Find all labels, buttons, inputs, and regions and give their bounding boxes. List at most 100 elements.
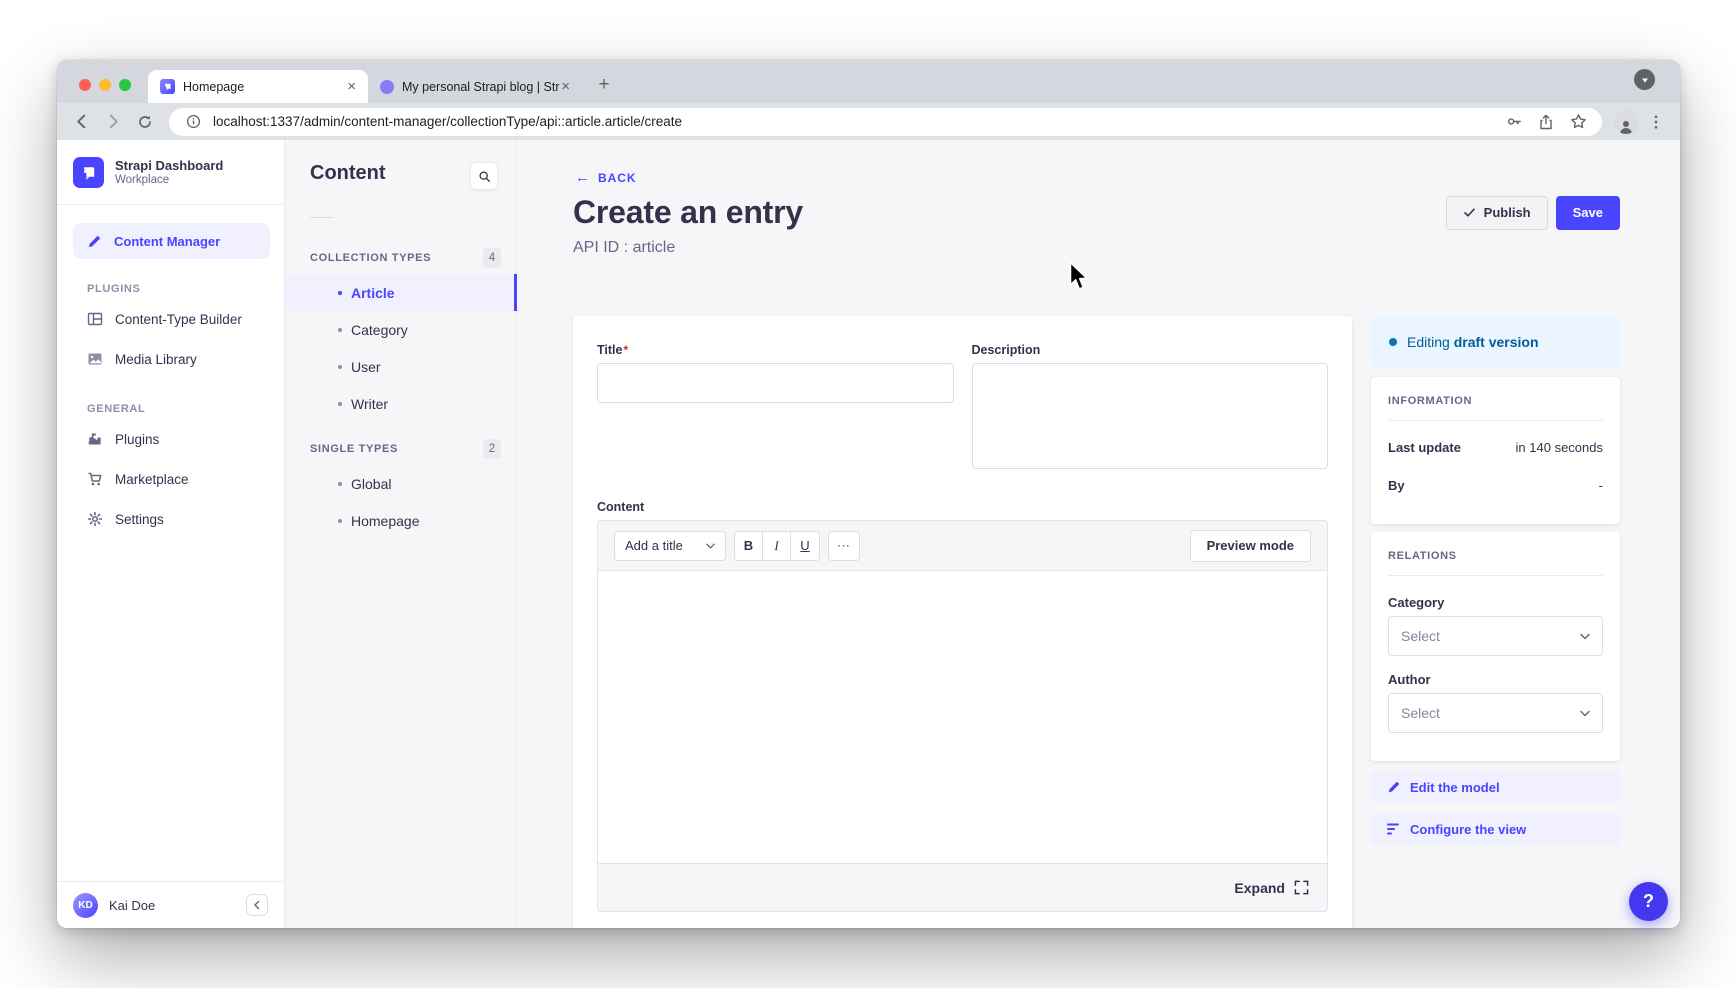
url-bar[interactable]: localhost:1337/admin/content-manager/col… — [169, 108, 1602, 136]
draft-status-banner: Editing draft version — [1371, 316, 1620, 368]
sidebar-item-label: Content-Type Builder — [115, 312, 242, 327]
new-tab-button[interactable]: + — [590, 71, 618, 99]
group-label: COLLECTION TYPES — [310, 252, 431, 264]
reload-icon[interactable] — [131, 108, 159, 136]
description-label: Description — [972, 343, 1329, 357]
user-avatar[interactable]: KD — [73, 893, 98, 918]
by-row: By - — [1388, 478, 1603, 493]
sidebar-item-content-manager[interactable]: Content Manager — [73, 223, 270, 259]
strapi-admin-app: Strapi Dashboard Workplace Content Manag… — [57, 140, 1680, 928]
workspace-header[interactable]: Strapi Dashboard Workplace — [57, 140, 284, 205]
share-icon[interactable] — [1534, 110, 1558, 134]
save-button[interactable]: Save — [1556, 196, 1620, 230]
count-badge: 4 — [483, 248, 501, 268]
sidebar-item-content-type-builder[interactable]: Content-Type Builder — [73, 299, 270, 339]
chevron-down-icon — [1580, 710, 1590, 717]
relations-card: RELATIONS Category Select Author Select — [1371, 532, 1620, 761]
editor-text-area[interactable] — [598, 571, 1327, 863]
subnav-item-article[interactable]: Article — [285, 274, 516, 311]
title-input[interactable] — [597, 363, 954, 403]
bookmark-star-icon[interactable] — [1566, 110, 1590, 134]
description-textarea[interactable] — [972, 363, 1329, 469]
description-field-group: Description — [972, 343, 1329, 474]
subnav-item-category[interactable]: Category — [285, 311, 516, 348]
italic-button[interactable]: I — [763, 532, 791, 560]
window-close-button[interactable] — [79, 79, 91, 91]
app-title: Strapi Dashboard — [115, 158, 223, 174]
more-formats-button[interactable]: ⋯ — [828, 531, 860, 561]
strapi-favicon-icon — [160, 79, 175, 94]
tab-homepage[interactable]: Homepage × — [148, 70, 368, 103]
add-title-dropdown[interactable]: Add a title — [614, 531, 726, 561]
sidebar-item-label: Plugins — [115, 432, 159, 447]
gear-icon — [87, 511, 103, 527]
last-update-value: in 140 seconds — [1516, 440, 1603, 455]
pencil-icon — [1387, 780, 1401, 794]
subnav-item-homepage[interactable]: Homepage — [285, 502, 516, 539]
search-button[interactable] — [470, 162, 498, 190]
subnav-item-writer[interactable]: Writer — [285, 385, 516, 422]
browser-profile-avatar[interactable] — [1614, 110, 1638, 134]
publish-button[interactable]: Publish — [1446, 196, 1548, 230]
subnav-item-global[interactable]: Global — [285, 465, 516, 502]
editor-footer: Expand — [598, 863, 1327, 911]
sidebar-item-media-library[interactable]: Media Library — [73, 339, 270, 379]
window-minimize-button[interactable] — [99, 79, 111, 91]
tab-blog[interactable]: My personal Strapi blog | Strap × — [368, 70, 582, 103]
search-icon — [478, 170, 491, 183]
cart-icon — [87, 471, 103, 487]
expand-icon[interactable] — [1294, 880, 1309, 895]
title-field-group: Title* — [597, 343, 954, 474]
bullet-icon — [338, 328, 342, 332]
sidebar-item-plugins[interactable]: Plugins — [73, 419, 270, 459]
tab-close-icon[interactable]: × — [559, 79, 572, 94]
author-select[interactable]: Select — [1388, 693, 1603, 733]
tab-close-icon[interactable]: × — [345, 79, 358, 94]
browser-menu-icon[interactable] — [1642, 108, 1670, 136]
password-key-icon[interactable] — [1502, 110, 1526, 134]
page-title: Create an entry — [573, 194, 803, 231]
bullet-icon — [338, 365, 342, 369]
title-label: Title* — [597, 343, 954, 357]
edit-model-button[interactable]: Edit the model — [1371, 771, 1620, 803]
back-link[interactable]: ← BACK — [575, 170, 1620, 185]
layout-icon — [87, 311, 103, 327]
sidebar-item-marketplace[interactable]: Marketplace — [73, 459, 270, 499]
sidebar-item-label: Marketplace — [115, 472, 189, 487]
chevron-down-icon — [1580, 633, 1590, 640]
single-types-header: SINGLE TYPES 2 — [285, 439, 516, 465]
browser-downloads-icon[interactable] — [1634, 69, 1655, 90]
bullet-icon — [338, 291, 342, 295]
window-zoom-button[interactable] — [119, 79, 131, 91]
back-label: BACK — [598, 171, 637, 185]
preview-mode-button[interactable]: Preview mode — [1190, 530, 1311, 562]
status-emphasis: draft version — [1454, 334, 1539, 350]
main-sidebar: Strapi Dashboard Workplace Content Manag… — [57, 140, 285, 928]
help-label: ? — [1643, 891, 1654, 912]
information-card: INFORMATION Last update in 140 seconds B… — [1371, 377, 1620, 524]
configure-view-button[interactable]: Configure the view — [1371, 813, 1620, 845]
bullet-icon — [338, 402, 342, 406]
author-label: Author — [1388, 672, 1603, 687]
macos-traffic-lights — [79, 79, 131, 91]
category-select[interactable]: Select — [1388, 616, 1603, 656]
required-asterisk: * — [623, 343, 628, 357]
status-dot-icon — [1389, 338, 1397, 346]
forward-icon[interactable] — [99, 108, 127, 136]
sidebar-item-settings[interactable]: Settings — [73, 499, 270, 539]
pencil-icon — [87, 234, 102, 249]
collapse-sidebar-button[interactable] — [246, 894, 268, 916]
sidebar-section-general: GENERAL — [87, 403, 270, 415]
site-info-icon[interactable] — [181, 110, 205, 134]
bold-button[interactable]: B — [735, 532, 763, 560]
browser-window: Homepage × My personal Strapi blog | Str… — [57, 60, 1680, 928]
back-icon[interactable] — [67, 108, 95, 136]
subnav-item-label: Category — [351, 322, 408, 338]
url-text[interactable]: localhost:1337/admin/content-manager/col… — [213, 114, 1494, 129]
help-button[interactable]: ? — [1629, 882, 1668, 921]
entry-form-card: Title* Description — [573, 316, 1352, 928]
subnav-item-user[interactable]: User — [285, 348, 516, 385]
content-label: Content — [597, 500, 1328, 514]
underline-button[interactable]: U — [791, 532, 819, 560]
status-text: Editing draft version — [1407, 334, 1539, 350]
